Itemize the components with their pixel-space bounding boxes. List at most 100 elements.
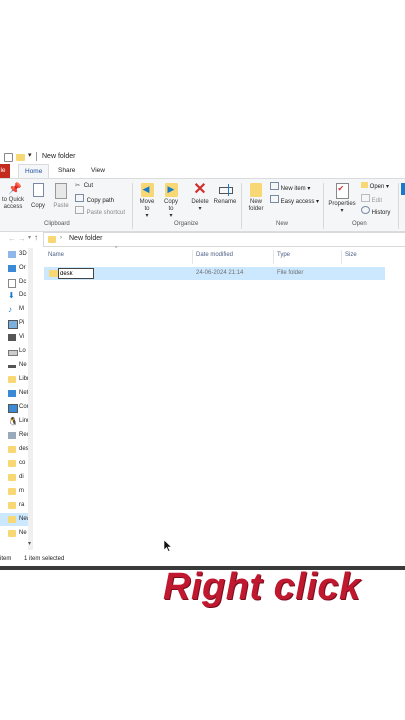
folder-icon bbox=[49, 270, 58, 277]
ribbon-separator bbox=[323, 183, 324, 229]
cut-button[interactable]: ✂ Cut bbox=[75, 182, 93, 189]
quick-access-dropdown-icon[interactable]: ▾ bbox=[28, 151, 32, 159]
title-bar: ▾ New folder bbox=[0, 150, 405, 164]
drive-icon bbox=[8, 350, 18, 356]
new-folder-button[interactable]: New folder bbox=[244, 183, 268, 213]
sort-chevron-icon: ^ bbox=[115, 246, 118, 252]
copy-path-button[interactable]: Copy path bbox=[75, 194, 114, 204]
copy-to-label: Copy to bbox=[163, 199, 178, 212]
selection-status: 1 item selected bbox=[24, 556, 65, 562]
column-divider[interactable] bbox=[192, 250, 193, 264]
picture-icon bbox=[8, 320, 18, 329]
tab-home[interactable]: Home bbox=[18, 164, 50, 179]
history-icon bbox=[361, 206, 370, 214]
chevron-down-icon: ▾ bbox=[198, 206, 202, 212]
scroll-down-icon[interactable]: ▾ bbox=[28, 540, 31, 547]
rename-input[interactable] bbox=[58, 268, 94, 279]
video-icon bbox=[8, 334, 16, 341]
item-count: item bbox=[0, 556, 12, 562]
cube-icon bbox=[8, 251, 16, 258]
select-icon[interactable] bbox=[401, 183, 405, 195]
edit-button[interactable]: Edit bbox=[361, 194, 382, 204]
ribbon-separator bbox=[132, 183, 133, 229]
mouse-pointer-icon bbox=[164, 540, 172, 552]
scissors-icon: ✂ bbox=[75, 183, 81, 189]
paste-label: Paste bbox=[53, 203, 69, 209]
forward-arrow-icon[interactable]: → bbox=[18, 234, 26, 243]
window-title: New folder bbox=[42, 153, 76, 160]
folder-icon bbox=[8, 460, 16, 467]
back-arrow-icon[interactable]: ← bbox=[8, 234, 16, 243]
copy-path-icon bbox=[75, 194, 84, 202]
easy-access-button[interactable]: Easy access ▾ bbox=[270, 195, 319, 205]
move-to-icon: ◀ bbox=[140, 183, 154, 197]
chevron-down-icon: ▾ bbox=[340, 208, 344, 214]
undo-icon[interactable] bbox=[4, 153, 13, 162]
delete-x-icon: ✕ bbox=[193, 181, 207, 198]
copy-label: Copy bbox=[30, 203, 45, 209]
copy-to-button[interactable]: ▶ Copy to ▾ bbox=[161, 183, 181, 220]
folder-icon bbox=[8, 474, 16, 481]
chevron-down-icon: ▾ bbox=[169, 213, 173, 219]
breadcrumb[interactable]: New folder bbox=[69, 235, 102, 242]
properties-button[interactable]: ✔ Properties ▾ bbox=[326, 183, 358, 215]
file-explorer-window: ▾ New folder ile Home Share View 📌 to Qu… bbox=[0, 150, 405, 568]
ribbon-separator bbox=[241, 183, 242, 229]
column-header-size[interactable]: Size bbox=[345, 252, 357, 258]
column-header-name[interactable]: Name bbox=[48, 252, 64, 258]
delete-button[interactable]: ✕ Delete ▾ bbox=[189, 181, 211, 213]
column-header-date[interactable]: Date modified bbox=[196, 252, 233, 258]
recycle-bin-icon bbox=[8, 432, 16, 439]
library-icon bbox=[8, 376, 16, 383]
chevron-down-icon: ▾ bbox=[316, 199, 320, 205]
easy-access-icon bbox=[270, 195, 279, 203]
monitor-icon bbox=[8, 265, 16, 272]
rename-label: Rename bbox=[213, 199, 237, 205]
pin-label: to Quick access bbox=[1, 197, 24, 210]
status-bar: item 1 item selected bbox=[0, 552, 405, 566]
move-to-button[interactable]: ◀ Move to ▾ bbox=[137, 183, 157, 220]
column-divider[interactable] bbox=[341, 250, 342, 264]
ribbon-separator bbox=[398, 183, 399, 229]
clipboard-icon bbox=[55, 183, 67, 199]
file-row[interactable]: 24-06-2024 21:14 File folder bbox=[44, 267, 385, 280]
up-arrow-icon[interactable]: ↑ bbox=[34, 233, 38, 242]
column-divider[interactable] bbox=[273, 250, 274, 264]
folder-icon bbox=[48, 236, 56, 243]
clipboard-group-label: Clipboard bbox=[44, 221, 70, 227]
new-item-icon bbox=[270, 182, 279, 190]
rename-button[interactable]: Rename bbox=[212, 183, 238, 206]
caption-overlay: Right click bbox=[163, 566, 361, 608]
recent-locations-icon[interactable]: ▾ bbox=[28, 234, 31, 241]
tab-view[interactable]: View bbox=[85, 164, 111, 178]
pin-icon: 📌 bbox=[8, 183, 22, 195]
paste-shortcut-label: Paste shortcut bbox=[86, 210, 126, 216]
tab-share[interactable]: Share bbox=[52, 164, 81, 178]
copy-button[interactable]: Copy bbox=[29, 183, 47, 210]
history-button[interactable]: History bbox=[361, 206, 390, 216]
ribbon-tabs: ile Home Share View bbox=[0, 164, 405, 179]
paste-shortcut-button[interactable]: Paste shortcut bbox=[75, 206, 125, 216]
address-bar[interactable]: › New folder bbox=[43, 232, 405, 247]
pin-quick-access-button[interactable]: 📌 to Quick access bbox=[0, 183, 28, 211]
chevron-down-icon: ▾ bbox=[145, 213, 149, 219]
chevron-down-icon: ▾ bbox=[307, 186, 311, 192]
music-note-icon: ♪ bbox=[8, 305, 12, 314]
column-header-type[interactable]: Type bbox=[277, 252, 290, 258]
move-to-label: Move to bbox=[139, 199, 155, 212]
properties-label: Properties bbox=[328, 201, 356, 207]
new-item-button[interactable]: New item ▾ bbox=[270, 182, 310, 192]
new-group-label: New bbox=[276, 221, 289, 227]
open-button[interactable]: Open ▾ bbox=[361, 182, 389, 190]
nav-scrollbar[interactable]: ▾ bbox=[28, 248, 33, 550]
copy-to-icon: ▶ bbox=[164, 183, 178, 197]
folder-icon bbox=[8, 446, 16, 453]
linux-penguin-icon: 🐧 bbox=[8, 417, 18, 426]
history-label: History bbox=[371, 210, 391, 216]
tab-file[interactable]: ile bbox=[0, 164, 10, 178]
edit-label: Edit bbox=[371, 198, 383, 204]
paste-button[interactable]: Paste bbox=[50, 183, 72, 210]
new-item-label: New item bbox=[280, 186, 306, 192]
organize-group-label: Organize bbox=[174, 221, 199, 227]
chevron-down-icon: ▾ bbox=[386, 184, 390, 190]
